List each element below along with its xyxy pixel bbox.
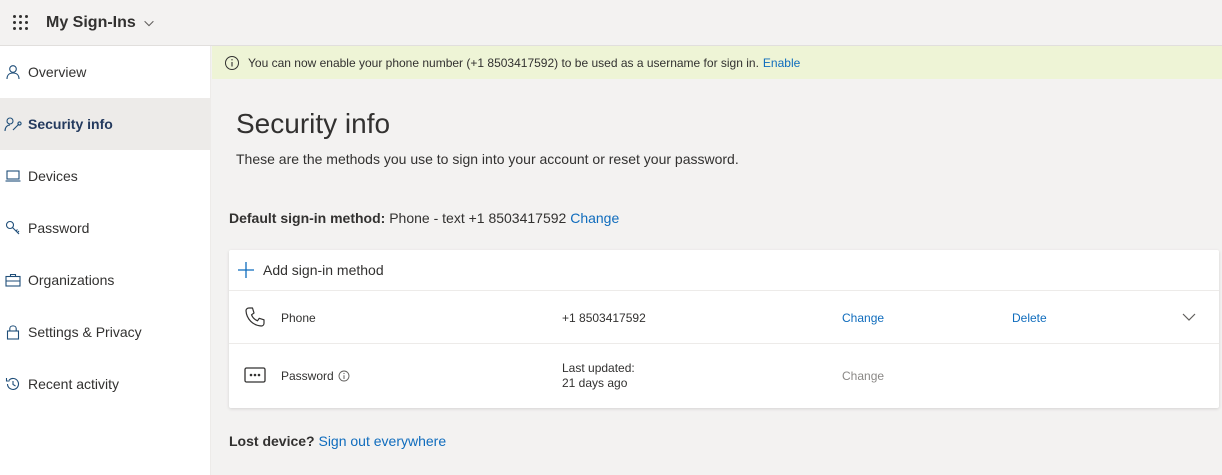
- sidebar-item-settings-privacy[interactable]: Settings & Privacy: [0, 306, 210, 358]
- person-icon: [4, 63, 22, 81]
- info-icon: [225, 55, 239, 70]
- sidebar-item-label: Devices: [28, 168, 78, 184]
- last-updated-label: Last updated:: [562, 361, 635, 375]
- default-method-value: Phone - text +1 8503417592: [389, 210, 567, 226]
- sidebar-item-label: Security info: [28, 116, 113, 132]
- sidebar-item-devices[interactable]: Devices: [0, 150, 210, 202]
- sidebar-item-label: Overview: [28, 64, 87, 80]
- key-icon: [4, 219, 22, 237]
- briefcase-icon: [4, 271, 22, 289]
- password-icon: [244, 367, 266, 383]
- method-row-phone: Phone +1 8503417592 Change Delete: [229, 291, 1219, 344]
- last-updated-value: 21 days ago: [562, 376, 628, 390]
- sidebar-item-password[interactable]: Password: [0, 202, 210, 254]
- chevron-down-icon[interactable]: [1181, 309, 1197, 325]
- page-subtitle: These are the methods you use to sign in…: [236, 151, 739, 167]
- sidebar: Overview Security info Devices Password …: [0, 46, 211, 475]
- notification-banner: You can now enable your phone number (+1…: [212, 46, 1222, 79]
- method-name-wrapper: Password: [281, 369, 350, 383]
- banner-text: You can now enable your phone number (+1…: [248, 55, 759, 70]
- waffle-icon: [12, 15, 28, 30]
- method-detail: Last updated: 21 days ago: [562, 361, 635, 391]
- page-title: Security info: [236, 108, 391, 139]
- top-bar: My Sign-Ins: [0, 0, 1222, 46]
- sidebar-item-label: Password: [28, 220, 90, 236]
- sidebar-item-recent-activity[interactable]: Recent activity: [0, 358, 210, 410]
- lost-device-row: Lost device? Sign out everywhere: [229, 433, 446, 449]
- main-content: You can now enable your phone number (+1…: [212, 46, 1222, 475]
- app-switcher-button[interactable]: My Sign-Ins: [46, 14, 156, 32]
- sidebar-item-label: Settings & Privacy: [28, 324, 142, 340]
- add-method-label: Add sign-in method: [263, 262, 384, 278]
- sidebar-item-security-info[interactable]: Security info: [0, 98, 210, 150]
- change-default-link[interactable]: Change: [570, 210, 619, 226]
- sidebar-item-label: Organizations: [28, 272, 115, 288]
- app-launcher-button[interactable]: [0, 0, 40, 46]
- enable-link[interactable]: Enable: [763, 56, 800, 70]
- method-name: Password: [281, 369, 334, 383]
- laptop-icon: [4, 167, 22, 185]
- add-sign-in-method-button[interactable]: Add sign-in method: [229, 250, 1219, 291]
- plus-icon: [238, 262, 254, 278]
- default-method-label: Default sign-in method:: [229, 210, 386, 226]
- person-key-icon: [4, 115, 22, 133]
- change-password-link[interactable]: Change: [842, 369, 884, 383]
- chevron-down-icon: [144, 20, 154, 26]
- history-icon: [4, 375, 22, 393]
- app-title: My Sign-Ins: [46, 13, 136, 31]
- default-sign-in-method: Default sign-in method: Phone - text +1 …: [229, 210, 619, 226]
- sidebar-item-label: Recent activity: [28, 376, 120, 392]
- change-phone-link[interactable]: Change: [842, 311, 884, 325]
- lost-device-label: Lost device?: [229, 433, 315, 449]
- sidebar-item-overview[interactable]: Overview: [0, 46, 210, 98]
- phone-icon: [245, 307, 265, 327]
- methods-card: Add sign-in method Phone +1 8503417592 C…: [229, 250, 1219, 408]
- sidebar-item-organizations[interactable]: Organizations: [0, 254, 210, 306]
- method-name: Phone: [281, 311, 316, 325]
- method-detail: +1 8503417592: [562, 311, 646, 325]
- sign-out-everywhere-link[interactable]: Sign out everywhere: [318, 433, 446, 449]
- info-icon[interactable]: [338, 370, 350, 382]
- delete-phone-link[interactable]: Delete: [1012, 311, 1047, 325]
- method-row-password: Password Last updated: 21 days ago Chang…: [229, 344, 1219, 408]
- lock-icon: [4, 323, 22, 341]
